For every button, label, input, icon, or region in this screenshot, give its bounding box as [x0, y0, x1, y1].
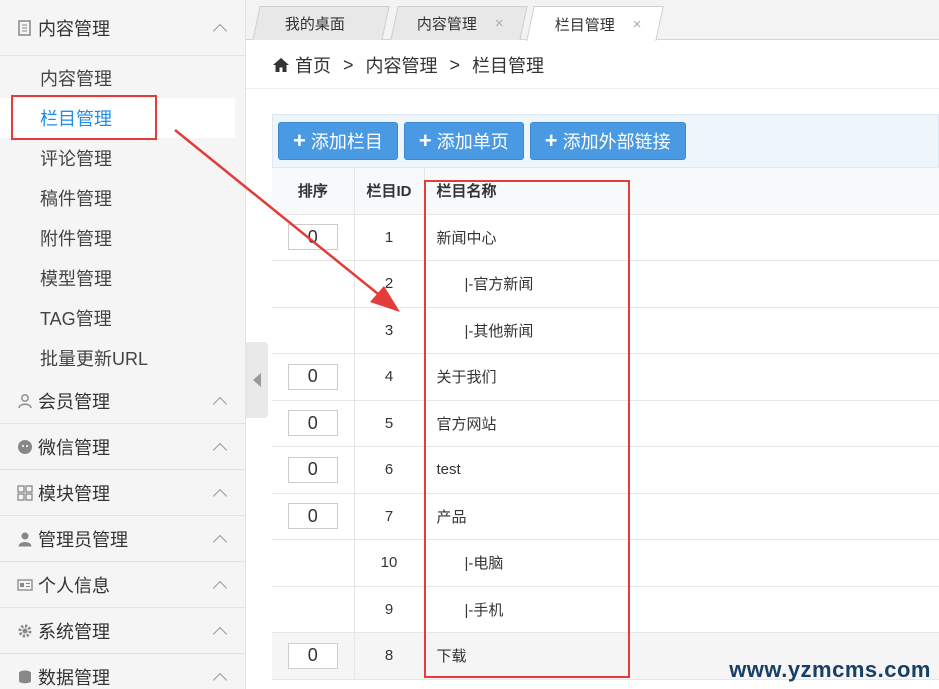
plus-icon: + [293, 128, 306, 153]
chevron-up-icon [212, 23, 228, 38]
gear-icon [16, 622, 34, 640]
menu-group-members[interactable]: 会员管理 [0, 378, 245, 424]
breadcrumb-level1[interactable]: 内容管理 [366, 52, 438, 78]
tab-content-management[interactable]: 内容管理 × [390, 6, 528, 40]
toolbar: + 添加栏目 + 添加单页 + 添加外部链接 [272, 114, 939, 168]
sidebar-item-tags[interactable]: TAG管理 [0, 298, 245, 338]
menu-group-label: 系统管理 [38, 621, 110, 642]
chevron-up-icon [212, 626, 228, 641]
sidebar-item-models[interactable]: 模型管理 [0, 258, 245, 298]
category-id: 5 [354, 400, 425, 447]
sidebar-item-submissions[interactable]: 稿件管理 [0, 178, 245, 218]
order-input[interactable] [287, 642, 338, 669]
order-cell [272, 260, 355, 308]
chevron-up-icon [212, 442, 228, 457]
menu-group-admins[interactable]: 管理员管理 [0, 516, 245, 562]
category-id: 9 [354, 586, 425, 633]
menu-group-profile[interactable]: 个人信息 [0, 562, 245, 608]
menu-group-label: 模块管理 [38, 483, 110, 504]
order-input[interactable] [287, 503, 338, 530]
menu-group-label: 微信管理 [38, 437, 110, 458]
order-input[interactable] [287, 456, 338, 483]
document-icon [16, 19, 34, 37]
plus-icon: + [544, 128, 558, 153]
chevron-up-icon [212, 672, 228, 687]
order-cell [272, 586, 355, 633]
close-icon[interactable]: × [633, 16, 642, 33]
button-label: 添加栏目 [310, 132, 383, 152]
chevron-left-icon [253, 373, 261, 387]
menu-group-content[interactable]: 内容管理 [0, 0, 245, 56]
plus-icon: + [418, 128, 432, 153]
sidebar-item-content[interactable]: 内容管理 [0, 58, 245, 98]
menu-group-wechat[interactable]: 微信管理 [0, 424, 245, 470]
menu-group-label: 会员管理 [38, 391, 110, 412]
breadcrumb-level2: 栏目管理 [472, 56, 545, 76]
chevron-up-icon [212, 396, 228, 411]
breadcrumb: 首页 > 内容管理 > 栏目管理 [272, 52, 544, 78]
category-id: 4 [354, 353, 425, 401]
category-id: 7 [354, 493, 425, 540]
sidebar-item-attachments[interactable]: 附件管理 [0, 218, 245, 258]
chevron-up-icon [212, 488, 228, 503]
menu-group-data[interactable]: 数据管理 [0, 654, 245, 689]
order-input[interactable] [287, 363, 338, 390]
column-header-id: 栏目ID [354, 168, 425, 215]
sidebar-item-batch-update-url[interactable]: 批量更新URL [0, 338, 245, 378]
tab-label: 我的桌面 [284, 16, 345, 33]
category-id: 10 [354, 539, 425, 587]
grid-icon [16, 484, 34, 502]
tab-desktop[interactable]: 我的桌面 [252, 6, 390, 40]
highlight-box-sidebar [11, 95, 157, 140]
category-id: 2 [354, 260, 425, 308]
add-external-link-button[interactable]: + 添加外部链接 [529, 122, 686, 160]
category-id: 1 [354, 214, 425, 261]
order-input[interactable] [287, 410, 338, 437]
category-id: 8 [354, 632, 425, 680]
tab-category-management[interactable]: 栏目管理 × [526, 6, 664, 41]
menu-group-system[interactable]: 系统管理 [0, 608, 245, 654]
watermark: www.yzmcms.com [729, 657, 931, 682]
breadcrumb-home[interactable]: 首页 [295, 52, 331, 78]
category-id: 3 [354, 307, 425, 354]
order-cell [272, 539, 355, 587]
category-id: 6 [354, 446, 425, 494]
user-icon [16, 392, 34, 410]
breadcrumb-separator: > [449, 54, 461, 75]
home-icon [273, 58, 289, 72]
database-icon [16, 668, 34, 686]
menu-group-label: 管理员管理 [38, 529, 128, 550]
add-category-button[interactable]: + 添加栏目 [278, 122, 398, 160]
chevron-up-icon [212, 534, 228, 549]
menu-group-label: 数据管理 [38, 667, 110, 688]
column-header-order: 排序 [272, 168, 355, 215]
chevron-up-icon [212, 580, 228, 595]
button-label: 添加单页 [436, 132, 509, 152]
menu-group-label: 内容管理 [38, 18, 110, 39]
order-cell [272, 307, 355, 354]
admin-icon [16, 530, 34, 548]
breadcrumb-separator: > [343, 54, 354, 75]
id-card-icon [16, 576, 34, 594]
button-label: 添加外部链接 [562, 132, 671, 152]
wechat-icon [16, 438, 34, 456]
tab-label: 内容管理 [416, 16, 477, 33]
menu-group-label: 个人信息 [38, 575, 110, 596]
sidebar-item-comments[interactable]: 评论管理 [0, 138, 245, 178]
tab-bar: 我的桌面 内容管理 × 栏目管理 × [246, 0, 939, 41]
menu-group-modules[interactable]: 模块管理 [0, 470, 245, 516]
highlight-box-column [424, 180, 630, 678]
divider [246, 88, 939, 89]
order-input[interactable] [287, 224, 338, 251]
tab-label: 栏目管理 [554, 16, 615, 34]
sidebar-collapse-handle[interactable] [246, 342, 268, 418]
add-single-page-button[interactable]: + 添加单页 [403, 122, 524, 160]
close-icon[interactable]: × [495, 15, 504, 32]
